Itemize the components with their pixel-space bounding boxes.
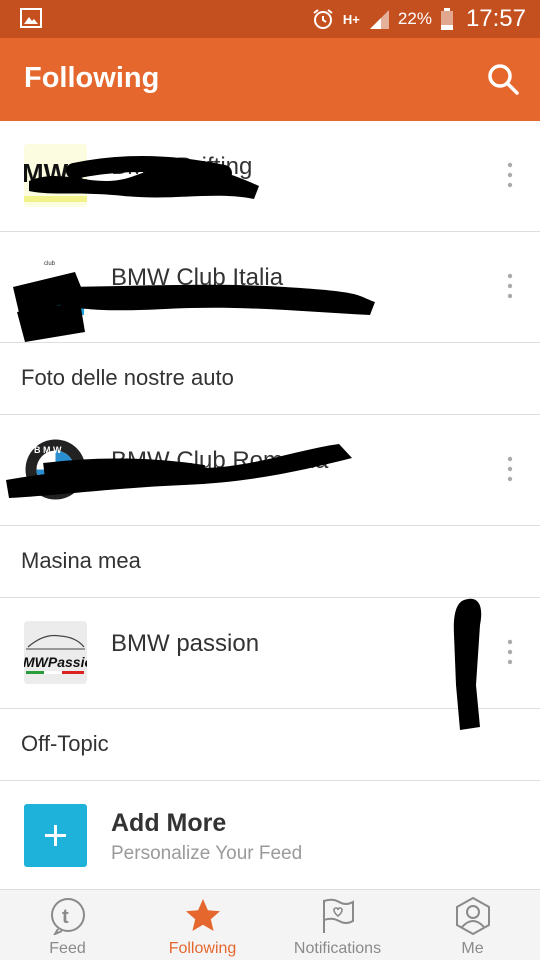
- bottom-tab-bar: t Feed Following Notifications Me: [0, 889, 540, 960]
- subforum-name: Masina mea: [21, 548, 141, 573]
- club-logo-thumb: club: [24, 255, 87, 318]
- list-item[interactable]: MWPassio BMW passion: [0, 598, 540, 730]
- search-icon[interactable]: [486, 62, 520, 96]
- list-item[interactable]: B M W BMW Club Romania: [0, 415, 540, 526]
- more-options-icon[interactable]: [502, 271, 518, 301]
- more-options-icon[interactable]: [502, 454, 518, 484]
- more-options-icon[interactable]: [502, 160, 518, 190]
- group-name: BMW Drifting: [111, 153, 253, 180]
- group-name: BMW Club Italia: [111, 264, 284, 291]
- bmw-roundel-thumb: B M W: [24, 438, 87, 501]
- group-name: BMW Club Romania: [111, 447, 329, 474]
- gallery-icon: [20, 8, 42, 28]
- user-icon: [455, 897, 490, 935]
- tab-label: Notifications: [293, 940, 382, 957]
- status-bar: H+ 22% 17:57: [0, 0, 540, 38]
- list-item[interactable]: Foto delle nostre auto: [0, 343, 540, 415]
- svg-text:B M W: B M W: [34, 445, 62, 455]
- tab-following[interactable]: Following: [135, 890, 270, 961]
- svg-text:club: club: [44, 261, 56, 267]
- list-item[interactable]: club BMW Club Italia: [0, 232, 540, 343]
- plus-icon: [45, 825, 66, 846]
- following-list: MW C BMW Drifting club BMW Club Italia F…: [0, 121, 540, 890]
- alarm-icon: [313, 9, 333, 29]
- page-title: Following: [24, 62, 160, 94]
- list-item[interactable]: MW C BMW Drifting: [0, 121, 540, 232]
- group-name: BMW passion: [111, 630, 260, 657]
- add-button[interactable]: [24, 804, 87, 867]
- tab-label: Me: [461, 940, 484, 957]
- list-item[interactable]: Masina mea: [0, 526, 540, 598]
- add-more-item[interactable]: Add More Personalize Your Feed: [0, 781, 540, 890]
- tab-label: Following: [168, 940, 237, 957]
- tab-me[interactable]: Me: [405, 890, 540, 961]
- app-bar: Following: [0, 38, 540, 121]
- svg-text:MWPassio: MWPassio: [24, 654, 87, 670]
- subforum-name: Off-Topic: [21, 731, 109, 756]
- tab-feed[interactable]: t Feed: [0, 890, 135, 961]
- clock: 17:57: [465, 5, 526, 32]
- network-type: H+: [342, 11, 360, 27]
- add-more-subtitle: Personalize Your Feed: [111, 843, 303, 864]
- tab-label: Feed: [49, 940, 86, 957]
- subforum-name: Foto delle nostre auto: [21, 365, 234, 390]
- flag-icon: [322, 898, 354, 933]
- bmw-passion-thumb: MWPassio: [24, 621, 87, 684]
- battery-percent: 22%: [397, 9, 432, 28]
- svg-text:MW C: MW C: [24, 158, 87, 188]
- signal-icon: [369, 10, 389, 29]
- svg-text:t: t: [62, 906, 69, 928]
- battery-icon: [440, 8, 453, 30]
- list-item[interactable]: Off-Topic: [0, 709, 540, 781]
- add-more-title: Add More: [111, 809, 227, 837]
- bmw-logo-thumb: MW C: [24, 144, 87, 207]
- more-options-icon[interactable]: [502, 637, 518, 667]
- tab-notifications[interactable]: Notifications: [270, 890, 405, 961]
- feed-icon: t: [50, 898, 85, 935]
- star-icon: [185, 899, 220, 931]
